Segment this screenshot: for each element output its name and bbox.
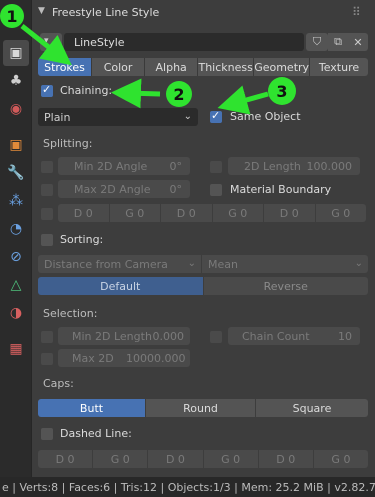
annotation-badge-3: 3	[268, 77, 296, 105]
annotation-badge-2: 2	[166, 81, 192, 107]
annotation-arrow-2	[111, 78, 161, 109]
annotation-badge-1: 1	[0, 4, 24, 28]
annotation-arrow-1	[20, 24, 72, 66]
annotation-arrow-3	[217, 85, 269, 115]
annotation-arrows	[20, 24, 269, 115]
